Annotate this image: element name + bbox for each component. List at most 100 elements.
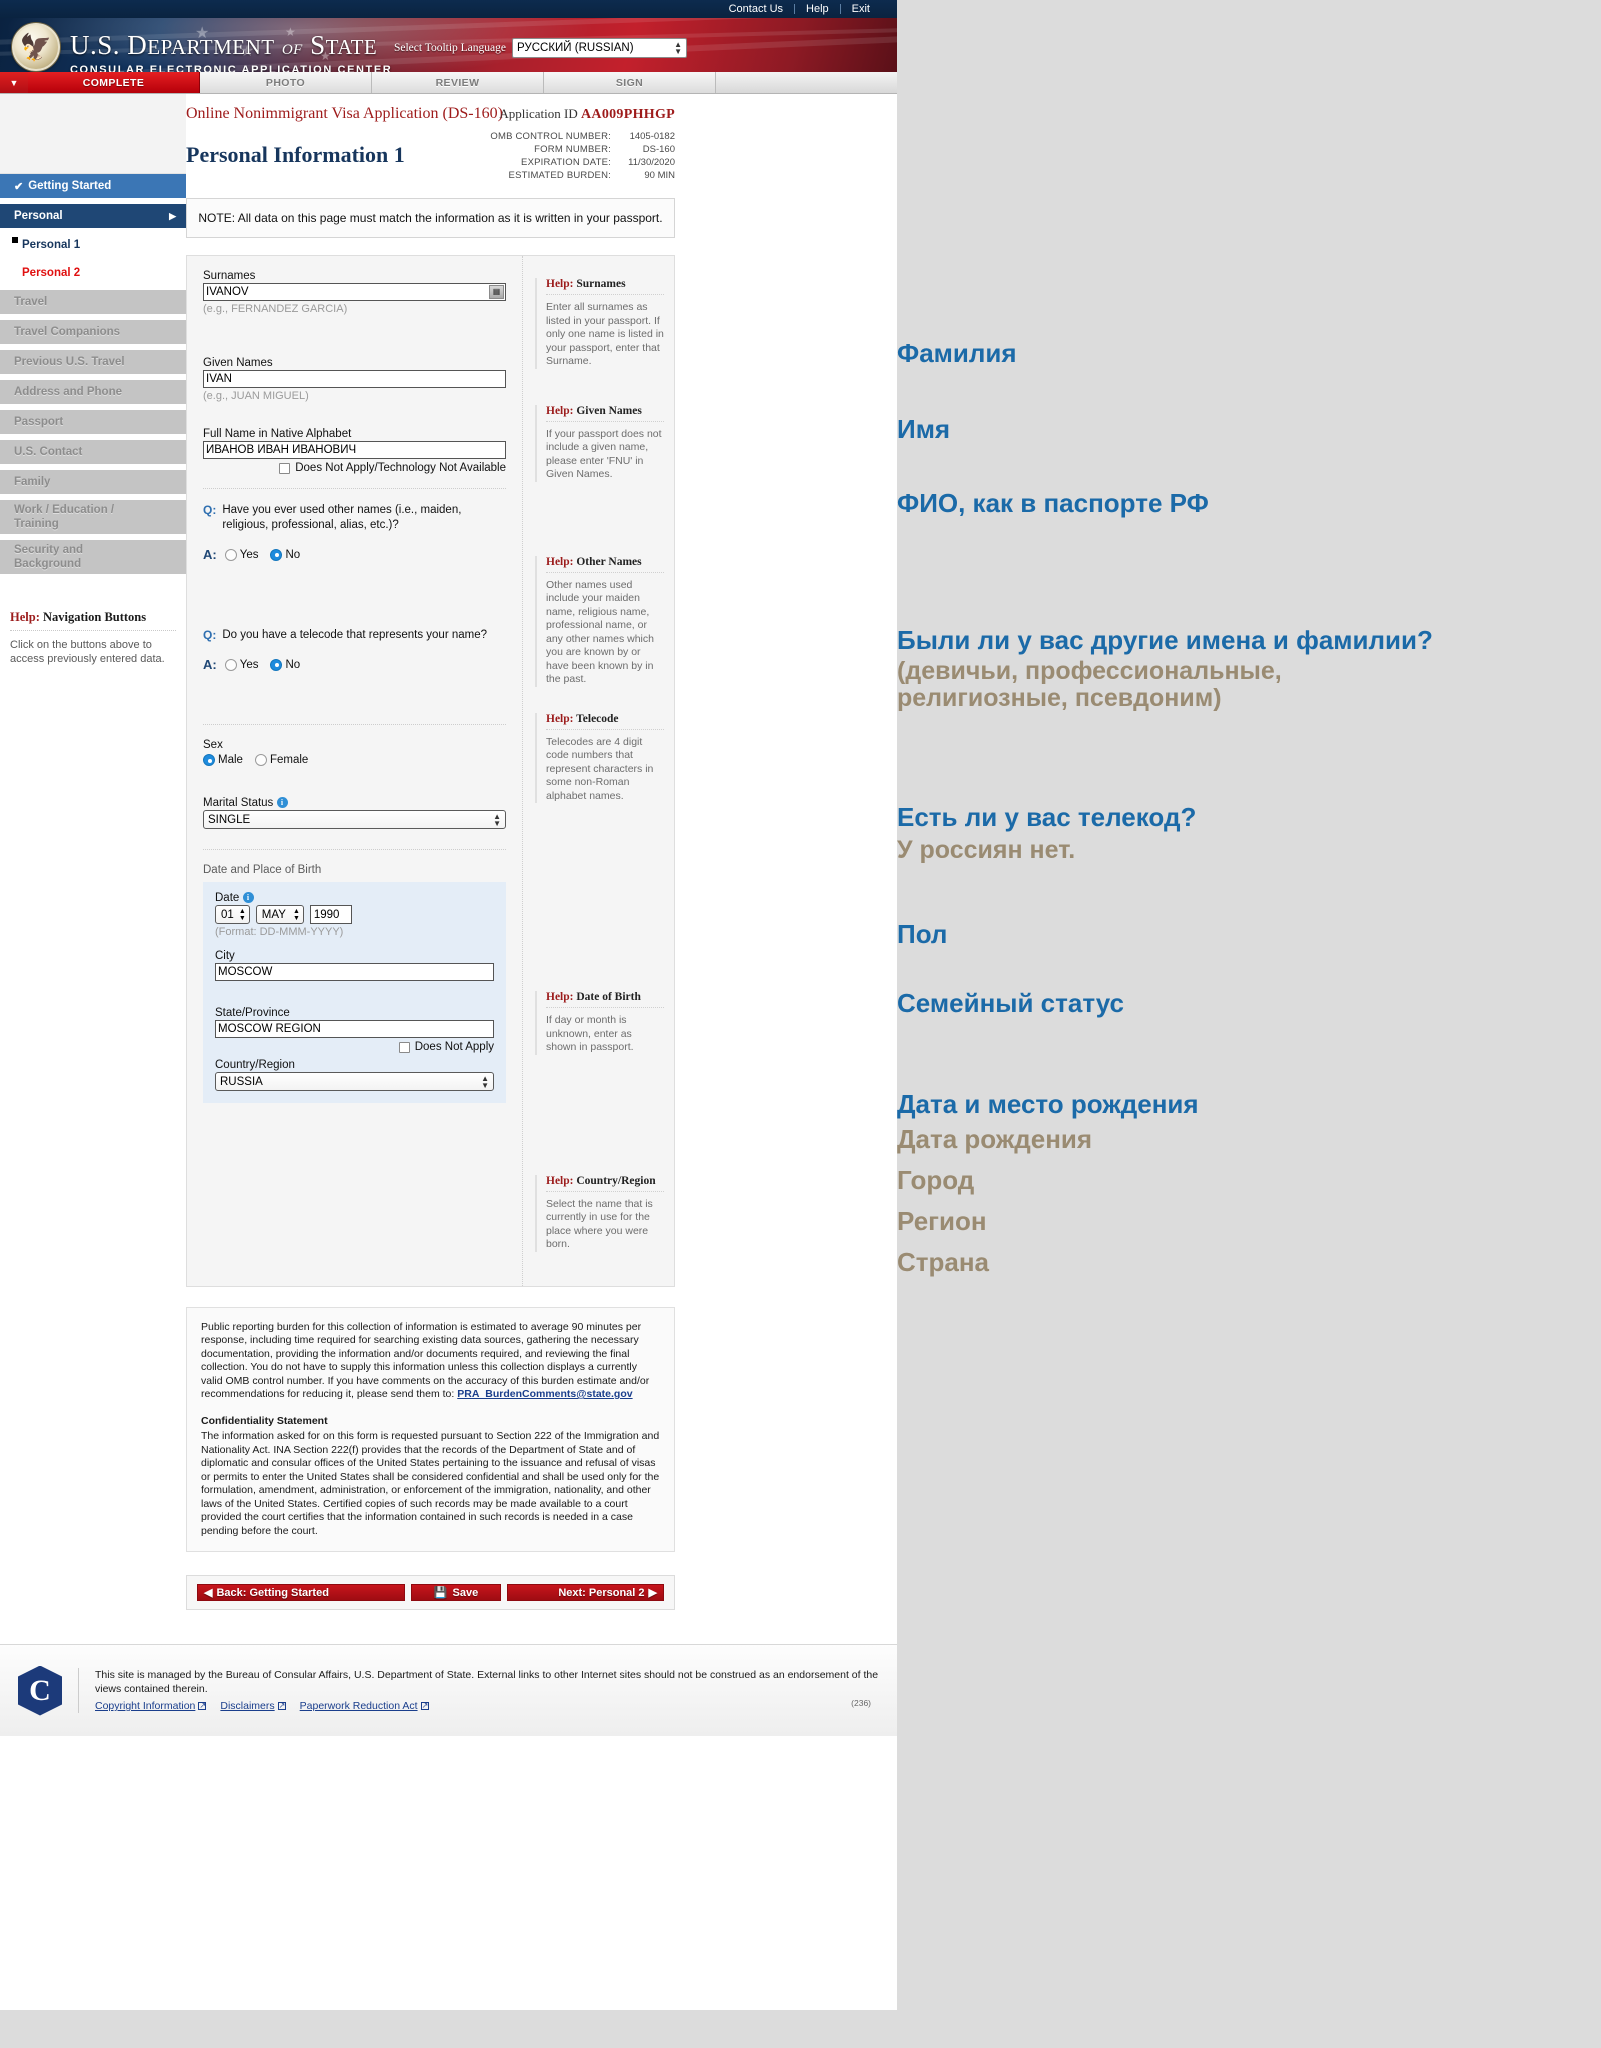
- dob-year-input[interactable]: 1990: [309, 905, 352, 924]
- state-province-input[interactable]: MOSCOW REGION: [215, 1020, 494, 1038]
- help-link[interactable]: Help: [795, 3, 840, 15]
- radio-selected-icon[interactable]: [270, 658, 283, 671]
- tab-photo[interactable]: PHOTO: [200, 72, 372, 93]
- annotation-8: Семейный статус: [897, 988, 1124, 1018]
- sidebar-item-label: Work / Education / Training: [14, 504, 115, 530]
- paperwork-reduction-act-link[interactable]: Paperwork Reduction Act: [300, 1699, 429, 1713]
- confidentiality-heading: Confidentiality Statement: [201, 1414, 328, 1427]
- dob-day-select[interactable]: 01 ▲ ▼: [215, 905, 250, 924]
- exit-link[interactable]: Exit: [841, 3, 881, 15]
- tab-review[interactable]: REVIEW: [372, 72, 544, 93]
- burden-comments-email-link[interactable]: PRA_BurdenComments@state.gov: [457, 1388, 632, 1400]
- stepper-arrows-icon: ▲ ▼: [481, 1074, 489, 1090]
- dob-month-select[interactable]: MAY ▲ ▼: [255, 905, 304, 924]
- sidebar-item-personal-2[interactable]: Personal 2: [0, 262, 186, 284]
- city-label: City: [215, 950, 235, 962]
- copyright-information-link[interactable]: Copyright Information: [95, 1699, 207, 1713]
- external-link-icon: [420, 1699, 429, 1713]
- state-province-value: MOSCOW REGION: [218, 1023, 321, 1035]
- sidebar-item-label: Family: [14, 476, 51, 488]
- dob-format-hint: (Format: DD-MMM-YYYY): [215, 926, 344, 938]
- russian-annotations-panel: Фамилия Имя ФИО, как в паспорте РФ Были ли …: [897, 0, 1601, 2048]
- help-body: Select the name that is currently in use…: [546, 1197, 653, 1251]
- help-given-names: Help: Given Names If your passport does …: [535, 404, 664, 482]
- back-button[interactable]: ◀ Back: Getting Started: [197, 1584, 405, 1601]
- wizard-tabs: ▼ COMPLETE PHOTO REVIEW SIGN: [0, 72, 897, 94]
- surnames-input[interactable]: IVANOV ▦: [203, 283, 506, 301]
- tooltip-language-control[interactable]: Select Tooltip Language РУССКИЙ (RUSSIAN…: [394, 38, 687, 58]
- help-body: Telecodes are 4 digit code numbers that …: [546, 735, 654, 802]
- ellipsis-button-icon[interactable]: ▦: [489, 285, 504, 299]
- next-button[interactable]: Next: Personal 2 ▶: [507, 1584, 664, 1601]
- annotation-3: Были ли у вас другие имена и фамилии?: [897, 625, 1433, 655]
- info-icon[interactable]: i: [242, 892, 254, 904]
- link-label: Copyright Information: [95, 1700, 196, 1712]
- sidebar-item-label: Travel: [14, 296, 48, 308]
- checkbox-icon[interactable]: [398, 1041, 410, 1053]
- sex-label: Sex: [203, 739, 223, 751]
- help-prefix: Help:: [10, 610, 40, 624]
- masthead-banner: ★ ★ ★ ★ 🦅 U.S. DEPARTMENT of STATE CONSU…: [0, 18, 897, 72]
- other-names-radio-yes[interactable]: Yes: [224, 548, 259, 561]
- dob-day-value: 01: [221, 909, 234, 921]
- sidebar-item-us-contact: U.S. Contact: [0, 440, 186, 464]
- omb-key: OMB CONTROL NUMBER:: [490, 131, 611, 142]
- info-icon[interactable]: i: [276, 797, 288, 809]
- state-province-na-row[interactable]: Does Not Apply: [215, 1041, 494, 1053]
- marital-status-select[interactable]: SINGLE ▲ ▼: [203, 810, 506, 829]
- annotation-1: Имя: [897, 414, 951, 444]
- radio-selected-icon[interactable]: [270, 548, 283, 561]
- dob-year-value: 1990: [313, 909, 340, 921]
- radio-icon[interactable]: [254, 754, 267, 766]
- marital-status-value: SINGLE: [208, 814, 251, 826]
- external-link-icon: [198, 1699, 207, 1713]
- telecode-radio-no[interactable]: No: [270, 658, 300, 671]
- native-name-value: ИВАНОВ ИВАН ИВАНОВИЧ: [206, 444, 357, 456]
- native-name-na-label: Does Not Apply/Technology Not Available: [295, 462, 506, 474]
- tab-complete[interactable]: COMPLETE: [28, 72, 200, 93]
- sidebar-item-personal[interactable]: Personal ▶: [0, 204, 186, 228]
- tab-sign[interactable]: SIGN: [544, 72, 716, 93]
- sidebar-item-previous-us-travel: Previous U.S. Travel: [0, 350, 186, 374]
- telecode-radio-yes[interactable]: Yes: [224, 658, 258, 671]
- disclaimers-link[interactable]: Disclaimers: [220, 1699, 286, 1713]
- sex-radio-male[interactable]: Male: [203, 754, 243, 766]
- help-title: Telecode: [576, 712, 619, 725]
- sidebar-spacer: [0, 94, 186, 174]
- tooltip-language-select[interactable]: РУССКИЙ (RUSSIAN) ▲ ▼: [512, 38, 687, 58]
- radio-label: Yes: [239, 548, 259, 561]
- country-select[interactable]: RUSSIA ▲ ▼: [215, 1072, 494, 1091]
- sidebar-item-getting-started[interactable]: ✔ Getting Started: [0, 174, 186, 198]
- given-names-value: IVAN: [206, 373, 232, 385]
- radio-icon[interactable]: [224, 658, 237, 671]
- radio-icon[interactable]: [224, 548, 237, 561]
- sidebar-item-personal-1[interactable]: Personal 1: [0, 234, 186, 256]
- given-names-input[interactable]: IVAN: [203, 370, 506, 388]
- application-id-block: Application ID AA009PHHGP: [499, 106, 675, 123]
- sidebar-item-address-and-phone: Address and Phone: [0, 380, 186, 404]
- help-body: If your passport does not include a give…: [546, 427, 662, 481]
- footer-text: This site is managed by the Bureau of Co…: [95, 1669, 879, 1695]
- page-header: Online Nonimmigrant Visa Application (DS…: [186, 94, 885, 181]
- other-names-radio-no[interactable]: No: [270, 548, 300, 561]
- legal-notices: Public reporting burden for this collect…: [186, 1306, 675, 1552]
- contact-us-link[interactable]: Contact Us: [718, 3, 794, 15]
- given-names-label: Given Names: [203, 357, 273, 369]
- tooltip-language-value: РУССКИЙ (RUSSIAN): [517, 42, 634, 54]
- sex-radio-female[interactable]: Female: [254, 754, 309, 766]
- help-body: Other names used include your maiden nam…: [546, 578, 654, 686]
- checkbox-icon[interactable]: [279, 462, 291, 474]
- radio-label: Female: [269, 754, 309, 766]
- chevron-down-icon[interactable]: ▼: [0, 72, 28, 93]
- radio-label: Male: [218, 754, 243, 766]
- stepper-arrows-icon: ▲ ▼: [674, 40, 682, 56]
- city-input[interactable]: MOSCOW: [215, 963, 494, 981]
- help-title: Given Names: [576, 404, 642, 417]
- native-name-na-row[interactable]: Does Not Apply/Technology Not Available: [203, 462, 506, 474]
- native-name-input[interactable]: ИВАНОВ ИВАН ИВАНОВИЧ: [203, 441, 506, 459]
- annotation-10: Дата рождения: [897, 1124, 1093, 1154]
- radio-selected-icon[interactable]: [203, 754, 215, 766]
- other-names-answer: A: Yes No: [203, 547, 506, 562]
- save-button[interactable]: 💾 Save: [411, 1584, 501, 1601]
- omb-value: DS-160: [642, 144, 675, 155]
